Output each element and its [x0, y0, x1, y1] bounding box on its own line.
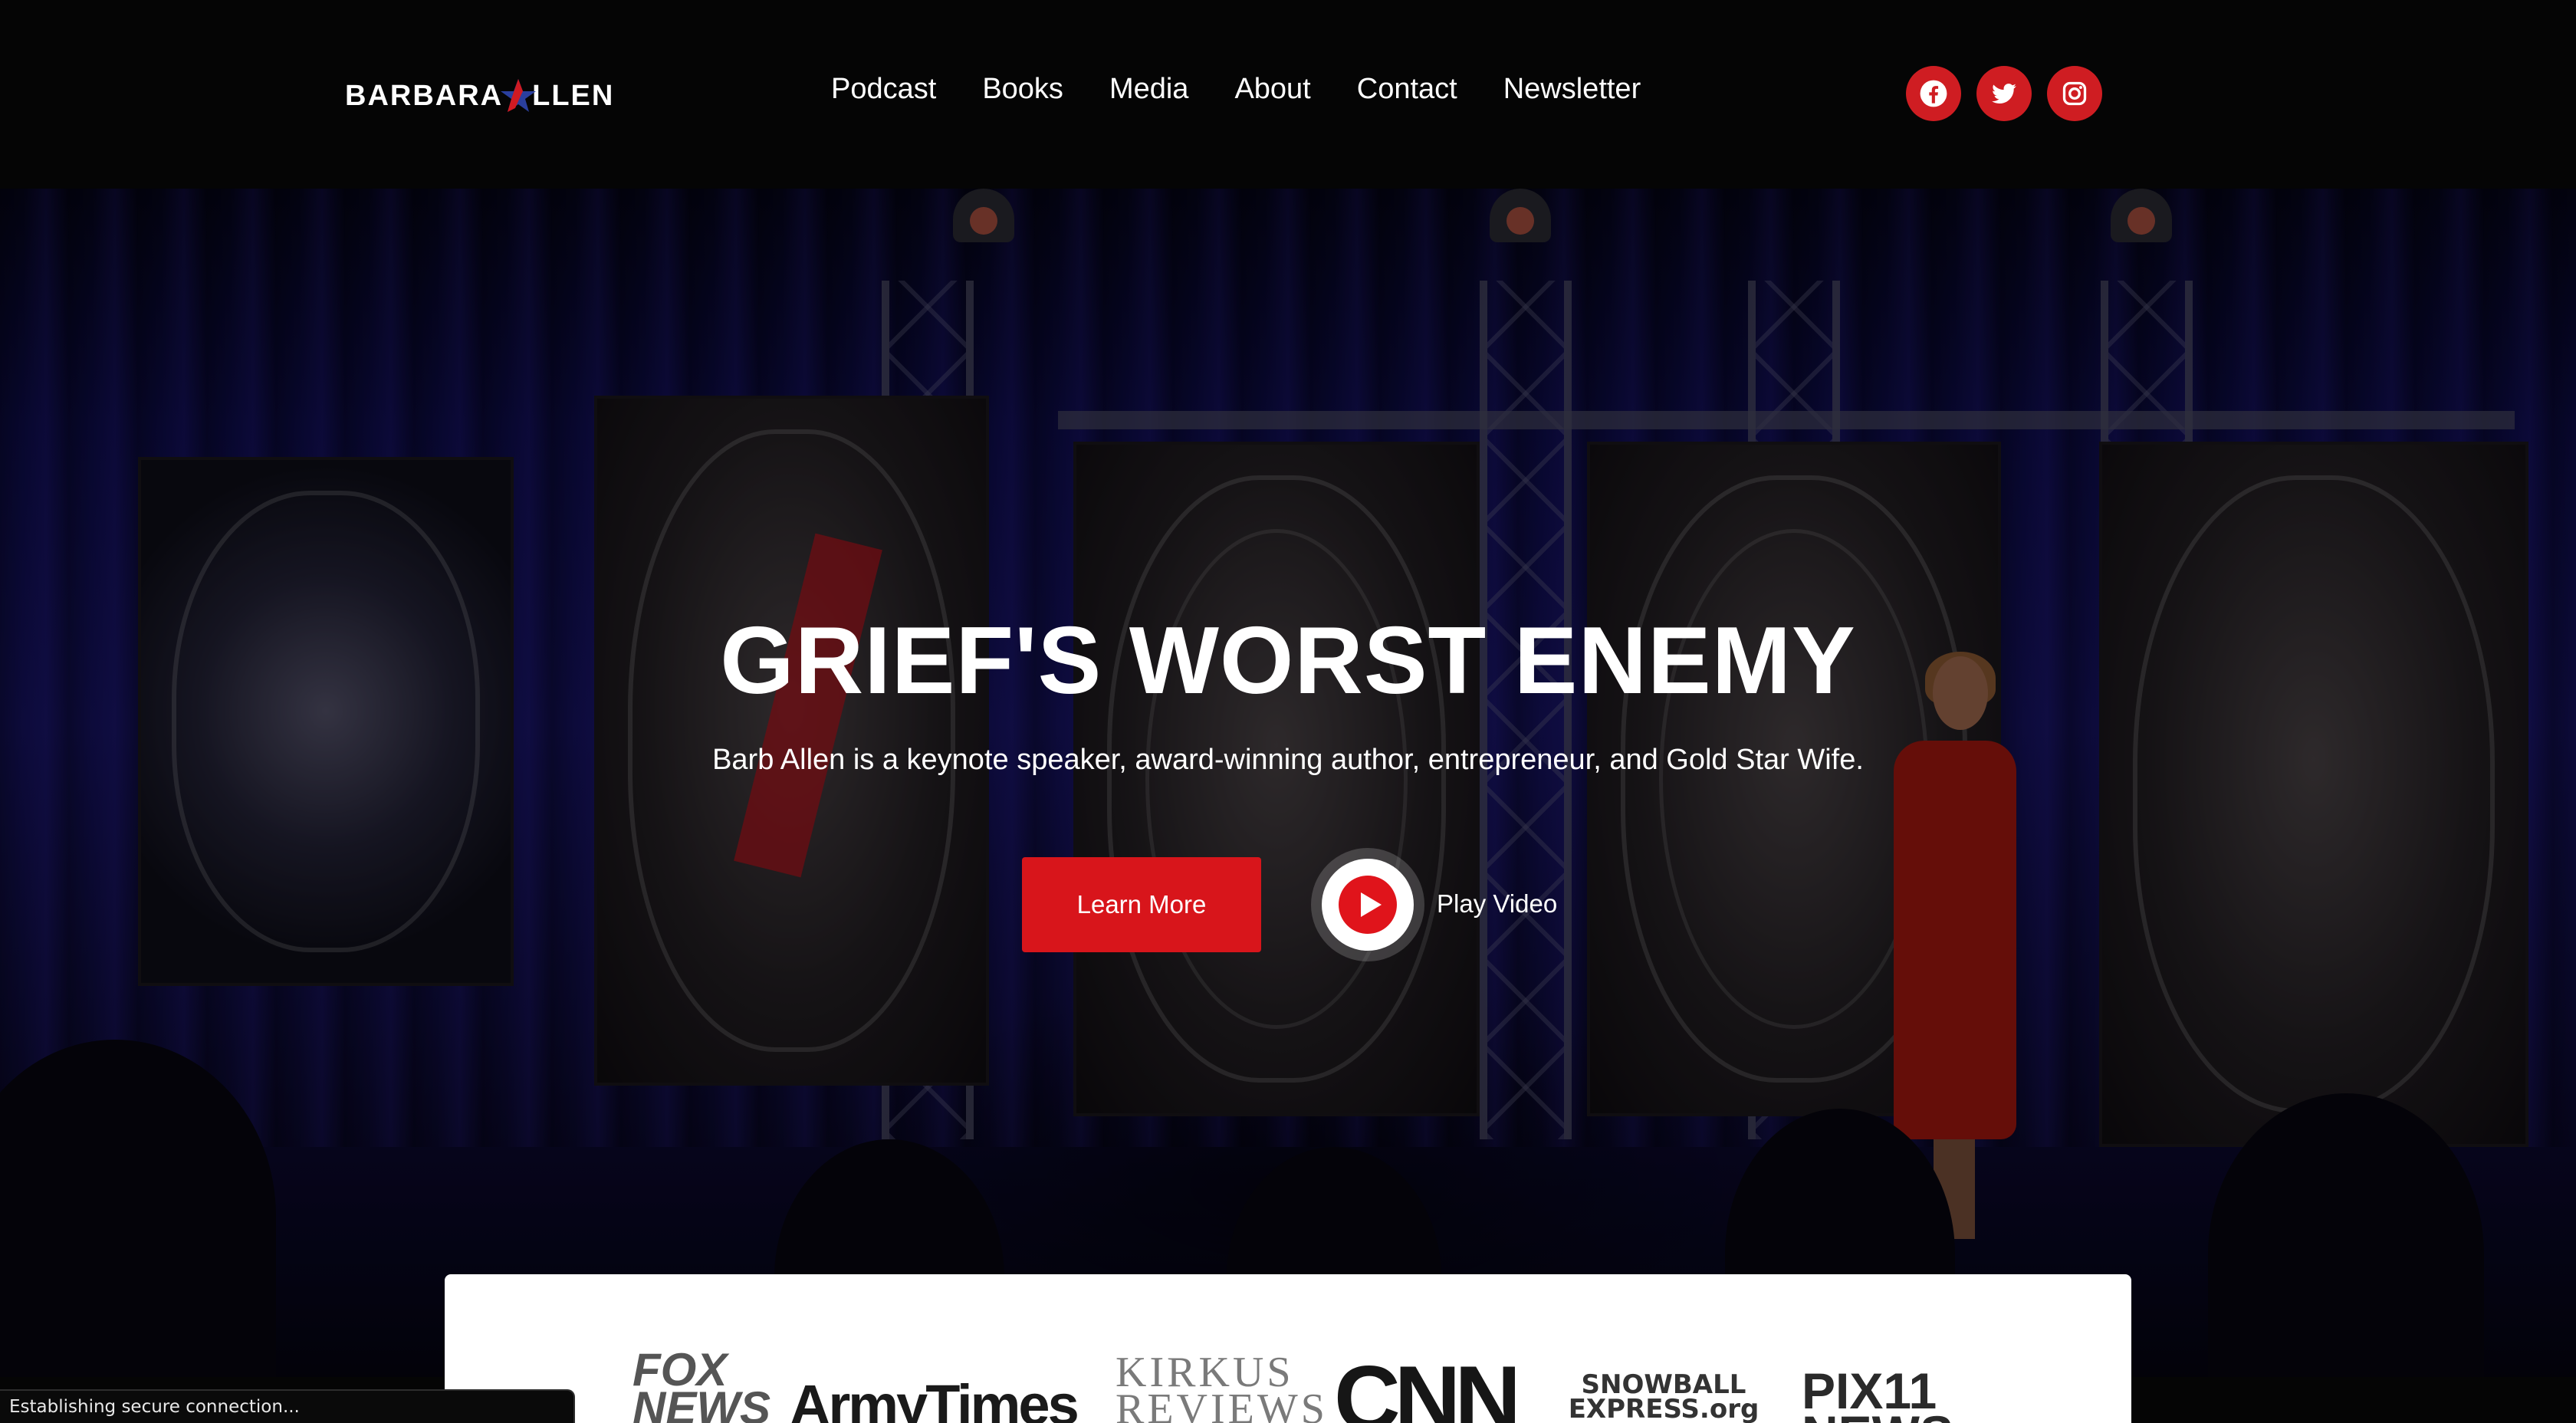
instagram-button[interactable]: [2047, 66, 2102, 121]
hero-subtitle: Barb Allen is a keynote speaker, award-w…: [712, 744, 1864, 776]
hero-content: GRIEF'S WORST ENEMY Barb Allen is a keyn…: [0, 189, 2576, 1377]
play-video-button[interactable]: [1322, 859, 1414, 951]
star-logo-icon: [500, 77, 537, 114]
nav-podcast[interactable]: Podcast: [831, 73, 936, 106]
twitter-icon: [1992, 84, 2016, 104]
press-logos-bar: FOX NEWS ArmyTimes KIRKUS REVIEWS CNN SN…: [445, 1274, 2131, 1423]
twitter-button[interactable]: [1976, 66, 2032, 121]
social-links: [1906, 66, 2102, 121]
play-video-label[interactable]: Play Video: [1437, 889, 1557, 919]
site-header: BARBARA LLEN Podcast Books Media About C…: [0, 0, 2576, 189]
facebook-icon: [1920, 80, 1947, 107]
logo-wordmark: BARBARA LLEN: [345, 77, 614, 114]
play-icon: [1339, 876, 1397, 934]
browser-status-bar: Establishing secure connection...: [0, 1389, 575, 1423]
main-nav: Podcast Books Media About Contact Newsle…: [831, 73, 1641, 106]
hero-section: GRIEF'S WORST ENEMY Barb Allen is a keyn…: [0, 189, 2576, 1377]
snowball-express-logo: SNOWBALL EXPRESS.org: [1568, 1369, 1760, 1423]
pix11-news-logo: PIX11 NEWS: [1802, 1362, 1953, 1423]
nav-contact[interactable]: Contact: [1357, 73, 1457, 106]
nav-newsletter[interactable]: Newsletter: [1503, 73, 1641, 106]
hero-title: GRIEF'S WORST ENEMY: [720, 608, 1856, 714]
nav-about[interactable]: About: [1234, 73, 1310, 106]
learn-more-button[interactable]: Learn More: [1022, 857, 1261, 952]
cnn-logo: CNN: [1334, 1347, 1521, 1423]
nav-books[interactable]: Books: [982, 73, 1063, 106]
fox-news-logo: FOX NEWS: [632, 1344, 770, 1423]
site-logo[interactable]: BARBARA LLEN: [345, 75, 614, 117]
facebook-button[interactable]: [1906, 66, 1961, 121]
nav-media[interactable]: Media: [1109, 73, 1189, 106]
army-times-logo: ArmyTimes: [790, 1373, 1079, 1423]
instagram-icon: [2062, 81, 2087, 106]
kirkus-reviews-logo: KIRKUS REVIEWS: [1116, 1349, 1328, 1423]
